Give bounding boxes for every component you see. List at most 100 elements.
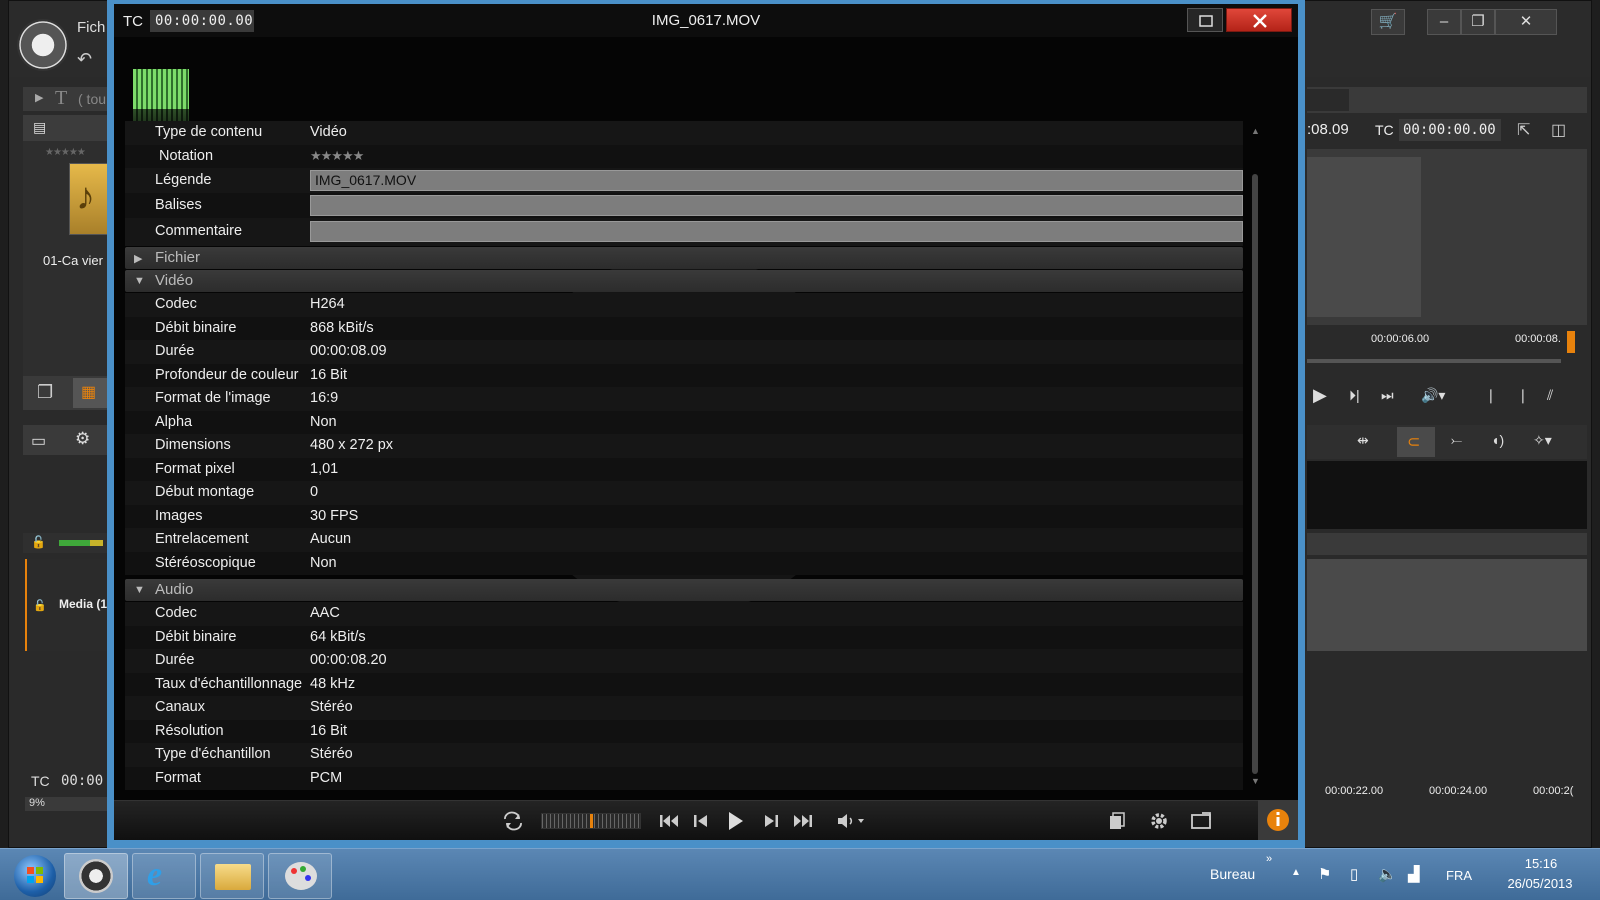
video-property-row: Profondeur de couleur 16 Bit (125, 363, 1243, 387)
action-center-flag-icon[interactable]: ⚑ (1318, 865, 1331, 883)
preview-monitor (1307, 149, 1587, 325)
slip-icon[interactable]: ⤚ (1451, 432, 1462, 449)
music-thumbnail[interactable]: ♪ (69, 163, 109, 235)
loop-button[interactable] (500, 809, 526, 833)
section-file-header[interactable]: ▶ Fichier (125, 247, 1243, 269)
grid-view-button[interactable]: ▦ (73, 378, 107, 408)
library-content: ★★★★★ ♪ 01-Ca vier (23, 141, 109, 376)
audio-property-label: Format (155, 769, 201, 786)
tags-input[interactable] (310, 195, 1243, 216)
taskbar-app-paint[interactable] (268, 853, 332, 899)
settings-icon[interactable]: ⚙ (75, 429, 90, 449)
copy-button[interactable] (1104, 809, 1130, 833)
timeline-ruler[interactable]: 00:00:22.00 00:00:24.00 00:00:2( (1307, 771, 1587, 811)
folder-icon[interactable]: ▤ (33, 119, 46, 136)
show-hidden-icons[interactable]: ▲ (1291, 867, 1301, 878)
lock-icon[interactable]: 🔓 (31, 535, 46, 549)
video-property-value: Non (310, 554, 337, 571)
scrollbar-thumb[interactable] (1252, 174, 1258, 774)
section-audio-header[interactable]: ▼ Audio (125, 579, 1243, 601)
taskbar-app-explorer[interactable] (200, 853, 264, 899)
preview-ruler[interactable]: 00:00:06.00 00:00:08. (1307, 329, 1587, 371)
playhead-marker[interactable] (1567, 331, 1575, 353)
timeline-layout-icon[interactable]: ▭ (31, 431, 46, 451)
external-monitor-button[interactable] (1188, 809, 1214, 833)
video-property-label: Format pixel (155, 460, 235, 477)
scroll-down-icon[interactable]: ▼ (1251, 776, 1260, 786)
timeline-track-media[interactable] (1307, 559, 1587, 651)
skip-end-icon[interactable]: ⏭ (1381, 387, 1394, 404)
rating-stars-icon[interactable]: ★★★★★ (310, 148, 364, 164)
copy-icon[interactable]: ❐ (37, 382, 53, 403)
properties-scrollbar[interactable]: ▲ ▼ (1250, 126, 1262, 786)
video-property-label: Début montage (155, 484, 255, 500)
expand-arrow-icon[interactable]: ▶ (134, 252, 142, 265)
language-indicator[interactable]: FRA (1446, 868, 1472, 883)
speaker-icon[interactable]: 🔈 (1378, 865, 1397, 883)
preview-tc-value[interactable]: 00:00:00.00 (1399, 119, 1501, 141)
film-reel-icon (79, 859, 113, 893)
magic-wand-icon[interactable]: ✧▾ (1533, 432, 1552, 449)
prop-row-comment: Commentaire (125, 218, 1243, 246)
mark-out-icon[interactable]: ❘ (1517, 387, 1529, 404)
info-button[interactable] (1258, 800, 1298, 840)
go-end-button[interactable] (790, 809, 816, 833)
minimize-button[interactable]: – (1427, 9, 1461, 35)
volume-icon[interactable]: 🔊▾ (1421, 387, 1445, 404)
collapse-arrow-icon[interactable]: ▼ (134, 584, 145, 596)
rating-stars-icon[interactable]: ★★★★★ (45, 147, 86, 158)
maximize-button[interactable] (1187, 8, 1223, 32)
media-item-label[interactable]: 01-Ca vier (43, 253, 103, 268)
step-forward-icon[interactable]: ⏵| (1349, 387, 1360, 404)
video-property-row: Format de l'image 16:9 (125, 387, 1243, 411)
next-frame-button[interactable] (758, 809, 784, 833)
shuttle-position[interactable] (590, 814, 593, 828)
audio-property-row: Type d'échantillon Stéréo (125, 743, 1243, 767)
menu-fichier[interactable]: Fich (77, 19, 105, 36)
magnet-button[interactable]: ⊂ (1397, 427, 1435, 457)
network-signal-icon[interactable]: ▟ (1408, 865, 1420, 883)
windows-taskbar: e Bureau » ▲ ⚑ ▯ 🔈 ▟ FRA 15:16 26/05/201… (0, 848, 1600, 900)
fullscreen-icon[interactable]: ⇱ (1517, 120, 1530, 140)
taskbar-app-video-editor[interactable] (64, 853, 128, 899)
jog-shuttle[interactable] (541, 813, 641, 829)
desktop-toolbar-label[interactable]: Bureau (1210, 866, 1255, 882)
dual-view-icon[interactable]: ◫ (1551, 120, 1566, 140)
prev-frame-button[interactable] (688, 809, 714, 833)
close-app-button[interactable]: ✕ (1495, 9, 1557, 35)
volume-button[interactable] (834, 809, 870, 833)
section-video-header[interactable]: ▼ Vidéo (125, 270, 1243, 292)
prop-row-tags: Balises (125, 193, 1243, 218)
chevron-right-icon[interactable]: » (1266, 853, 1272, 865)
track-header-media[interactable]: 🔓 Media (1 (25, 559, 109, 651)
clock-time[interactable]: 15:16 (1498, 856, 1584, 871)
restore-button[interactable]: ❐ (1461, 9, 1495, 35)
play-button[interactable] (722, 809, 748, 833)
library-filter-bar[interactable]: ▶ T ( tou (23, 87, 109, 111)
app-logo-icon[interactable] (17, 19, 69, 71)
library-view-bar: ❐ ▦ (23, 376, 109, 410)
split-icon[interactable]: ⫽ (1547, 387, 1553, 404)
go-start-button[interactable] (656, 809, 682, 833)
taskbar-app-internet-explorer[interactable]: e (132, 853, 196, 899)
mark-in-icon[interactable]: ❘ (1485, 387, 1497, 404)
power-icon[interactable]: ▯ (1350, 865, 1358, 883)
start-button[interactable] (14, 855, 56, 897)
collapse-arrow-icon[interactable]: ▼ (134, 275, 145, 287)
comment-input[interactable] (310, 221, 1243, 242)
settings-button[interactable] (1146, 809, 1172, 833)
cart-icon[interactable]: 🛒 (1371, 9, 1405, 35)
ripple-icon[interactable]: ⇹ (1357, 432, 1369, 449)
lock-icon[interactable]: 🔓 (33, 599, 47, 612)
close-button[interactable] (1226, 8, 1292, 32)
zoom-bar[interactable]: 9% (25, 797, 109, 811)
video-property-label: Durée (155, 343, 195, 359)
voiceover-icon[interactable]: ◖) (1491, 432, 1504, 448)
play-icon[interactable]: ▶ (1313, 385, 1327, 406)
video-property-row: Entrelacement Aucun (125, 528, 1243, 552)
clock-date[interactable]: 26/05/2013 (1490, 876, 1590, 891)
legend-input[interactable]: IMG_0617.MOV (310, 170, 1243, 191)
scroll-up-icon[interactable]: ▲ (1251, 126, 1260, 136)
undo-icon[interactable]: ↶ (77, 49, 92, 70)
copy-icon (1110, 812, 1125, 829)
